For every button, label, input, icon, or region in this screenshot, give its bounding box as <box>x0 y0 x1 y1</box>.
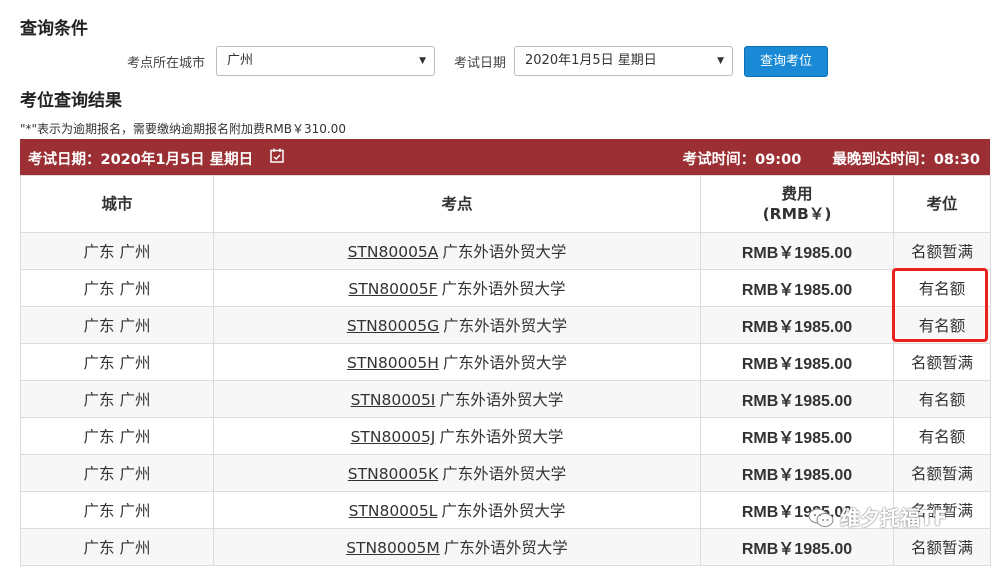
city-label: 考点所在城市 <box>127 56 206 71</box>
cell-fee: RMB￥1985.00 <box>700 454 894 492</box>
test-center-code-link[interactable]: STN80005K <box>348 465 438 483</box>
table-row: 广东 广州 STN80005I 广东外语外贸大学 RMB￥1985.00 有名额 <box>20 380 991 418</box>
caret-down-icon: ▼ <box>419 56 426 66</box>
banner-times: 考试时间：09:00 最晚到达时间：08:30 <box>657 148 980 169</box>
cell-fee: RMB￥1985.00 <box>700 343 894 381</box>
cell-center: STN80005H 广东外语外贸大学 <box>213 343 701 381</box>
cell-seat-status: 名额暂满 <box>893 232 991 270</box>
cell-city: 广东 广州 <box>20 491 214 529</box>
table-row: 广东 广州 STN80005K 广东外语外贸大学 RMB￥1985.00 名额暂满 <box>20 454 991 492</box>
test-center-name: 广东外语外贸大学 <box>443 539 568 557</box>
cell-seat-status: 名额暂满 <box>893 454 991 492</box>
test-center-code-link[interactable]: STN80005J <box>351 428 436 446</box>
cell-city: 广东 广州 <box>20 343 214 381</box>
watermark-text: 维夕托福TF <box>840 506 948 530</box>
cell-seat-status: 有名额 <box>893 306 991 344</box>
cell-seat-status: 有名额 <box>893 269 991 307</box>
test-center-name: 广东外语外贸大学 <box>439 391 564 409</box>
test-center-name: 广东外语外贸大学 <box>439 428 564 446</box>
test-center-code-link[interactable]: STN80005A <box>348 243 439 261</box>
cell-city: 广东 广州 <box>20 528 214 566</box>
cell-city: 广东 广州 <box>20 454 214 492</box>
test-center-name: 广东外语外贸大学 <box>442 354 567 372</box>
test-center-name: 广东外语外贸大学 <box>442 243 567 261</box>
test-center-code-link[interactable]: STN80005F <box>348 280 437 298</box>
cell-seat-status: 有名额 <box>893 417 991 455</box>
header-fee: 费用 (RMB￥) <box>700 175 894 233</box>
table-row: 广东 广州 STN80005H 广东外语外贸大学 RMB￥1985.00 名额暂满 <box>20 343 991 381</box>
cell-city: 广东 广州 <box>20 417 214 455</box>
test-center-code-link[interactable]: STN80005G <box>347 317 439 335</box>
table-row: 广东 广州 STN80005J 广东外语外贸大学 RMB￥1985.00 有名额 <box>20 417 991 455</box>
date-label: 考试日期 <box>454 56 507 71</box>
test-center-code-link[interactable]: STN80005M <box>346 539 440 557</box>
test-center-name: 广东外语外贸大学 <box>442 465 567 483</box>
caret-down-icon: ▼ <box>717 56 724 66</box>
test-center-name: 广东外语外贸大学 <box>441 502 566 520</box>
table-row: 广东 广州 STN80005M 广东外语外贸大学 RMB￥1985.00 名额暂满 <box>20 528 991 566</box>
cell-center: STN80005J 广东外语外贸大学 <box>213 417 701 455</box>
header-fee-line1: 费用 <box>781 185 813 203</box>
cell-seat-status: 有名额 <box>893 380 991 418</box>
cell-fee: RMB￥1985.00 <box>700 306 894 344</box>
cell-fee: RMB￥1985.00 <box>700 528 894 566</box>
cell-center: STN80005M 广东外语外贸大学 <box>213 528 701 566</box>
cell-center: STN80005L 广东外语外贸大学 <box>213 491 701 529</box>
test-center-code-link[interactable]: STN80005I <box>351 391 436 409</box>
cell-fee: RMB￥1985.00 <box>700 417 894 455</box>
cell-seat-status: 名额暂满 <box>893 528 991 566</box>
cell-fee: RMB￥1985.00 <box>700 269 894 307</box>
cell-city: 广东 广州 <box>20 380 214 418</box>
test-center-code-link[interactable]: STN80005H <box>347 354 439 372</box>
city-select-value: 广州 <box>227 53 254 68</box>
table-row: 广东 广州 STN80005G 广东外语外贸大学 RMB￥1985.00 有名额 <box>20 306 991 344</box>
result-section-title: 考位查询结果 <box>20 91 122 111</box>
cell-center: STN80005A 广东外语外贸大学 <box>213 232 701 270</box>
calendar-check-icon[interactable] <box>270 148 284 163</box>
cell-city: 广东 广州 <box>20 269 214 307</box>
cell-seat-status: 名额暂满 <box>893 343 991 381</box>
banner-exam-date: 考试日期：2020年1月5日 星期日 <box>28 152 254 168</box>
banner-latest-arrival: 最晚到达时间：08:30 <box>832 152 980 168</box>
header-city: 城市 <box>20 175 214 233</box>
date-select-value: 2020年1月5日 星期日 <box>525 53 657 68</box>
table-row: 广东 广州 STN80005F 广东外语外贸大学 RMB￥1985.00 有名额 <box>20 269 991 307</box>
header-center: 考点 <box>213 175 701 233</box>
cell-center: STN80005K 广东外语外贸大学 <box>213 454 701 492</box>
cell-center: STN80005F 广东外语外贸大学 <box>213 269 701 307</box>
test-center-code-link[interactable]: STN80005L <box>349 502 438 520</box>
test-center-name: 广东外语外贸大学 <box>443 317 568 335</box>
wechat-icon <box>808 508 834 527</box>
table-row: 广东 广州 STN80005A 广东外语外贸大学 RMB￥1985.00 名额暂满 <box>20 232 991 270</box>
test-center-name: 广东外语外贸大学 <box>441 280 566 298</box>
cell-center: STN80005G 广东外语外贸大学 <box>213 306 701 344</box>
cell-center: STN80005I 广东外语外贸大学 <box>213 380 701 418</box>
cell-city: 广东 广州 <box>20 306 214 344</box>
banner-exam-time: 考试时间：09:00 <box>682 152 802 168</box>
watermark: 维夕托福TF <box>808 502 947 531</box>
cell-city: 广东 广州 <box>20 232 214 270</box>
table-header-row: 城市 考点 费用 (RMB￥) 考位 <box>20 175 991 233</box>
city-select[interactable]: 广州 ▼ <box>216 46 435 76</box>
query-seat-button[interactable]: 查询考位 <box>744 46 828 77</box>
header-fee-line2: (RMB￥) <box>762 205 832 223</box>
cell-fee: RMB￥1985.00 <box>700 380 894 418</box>
header-seat: 考位 <box>893 175 991 233</box>
late-registration-note: "*"表示为逾期报名，需要缴纳逾期报名附加费RMB￥310.00 <box>20 122 346 136</box>
cell-fee: RMB￥1985.00 <box>700 232 894 270</box>
query-section-title: 查询条件 <box>20 19 88 39</box>
date-select[interactable]: 2020年1月5日 星期日 ▼ <box>514 46 733 76</box>
exam-info-banner: 考试日期：2020年1月5日 星期日 考试时间：09:00 最晚到达时间：08:… <box>20 139 990 175</box>
